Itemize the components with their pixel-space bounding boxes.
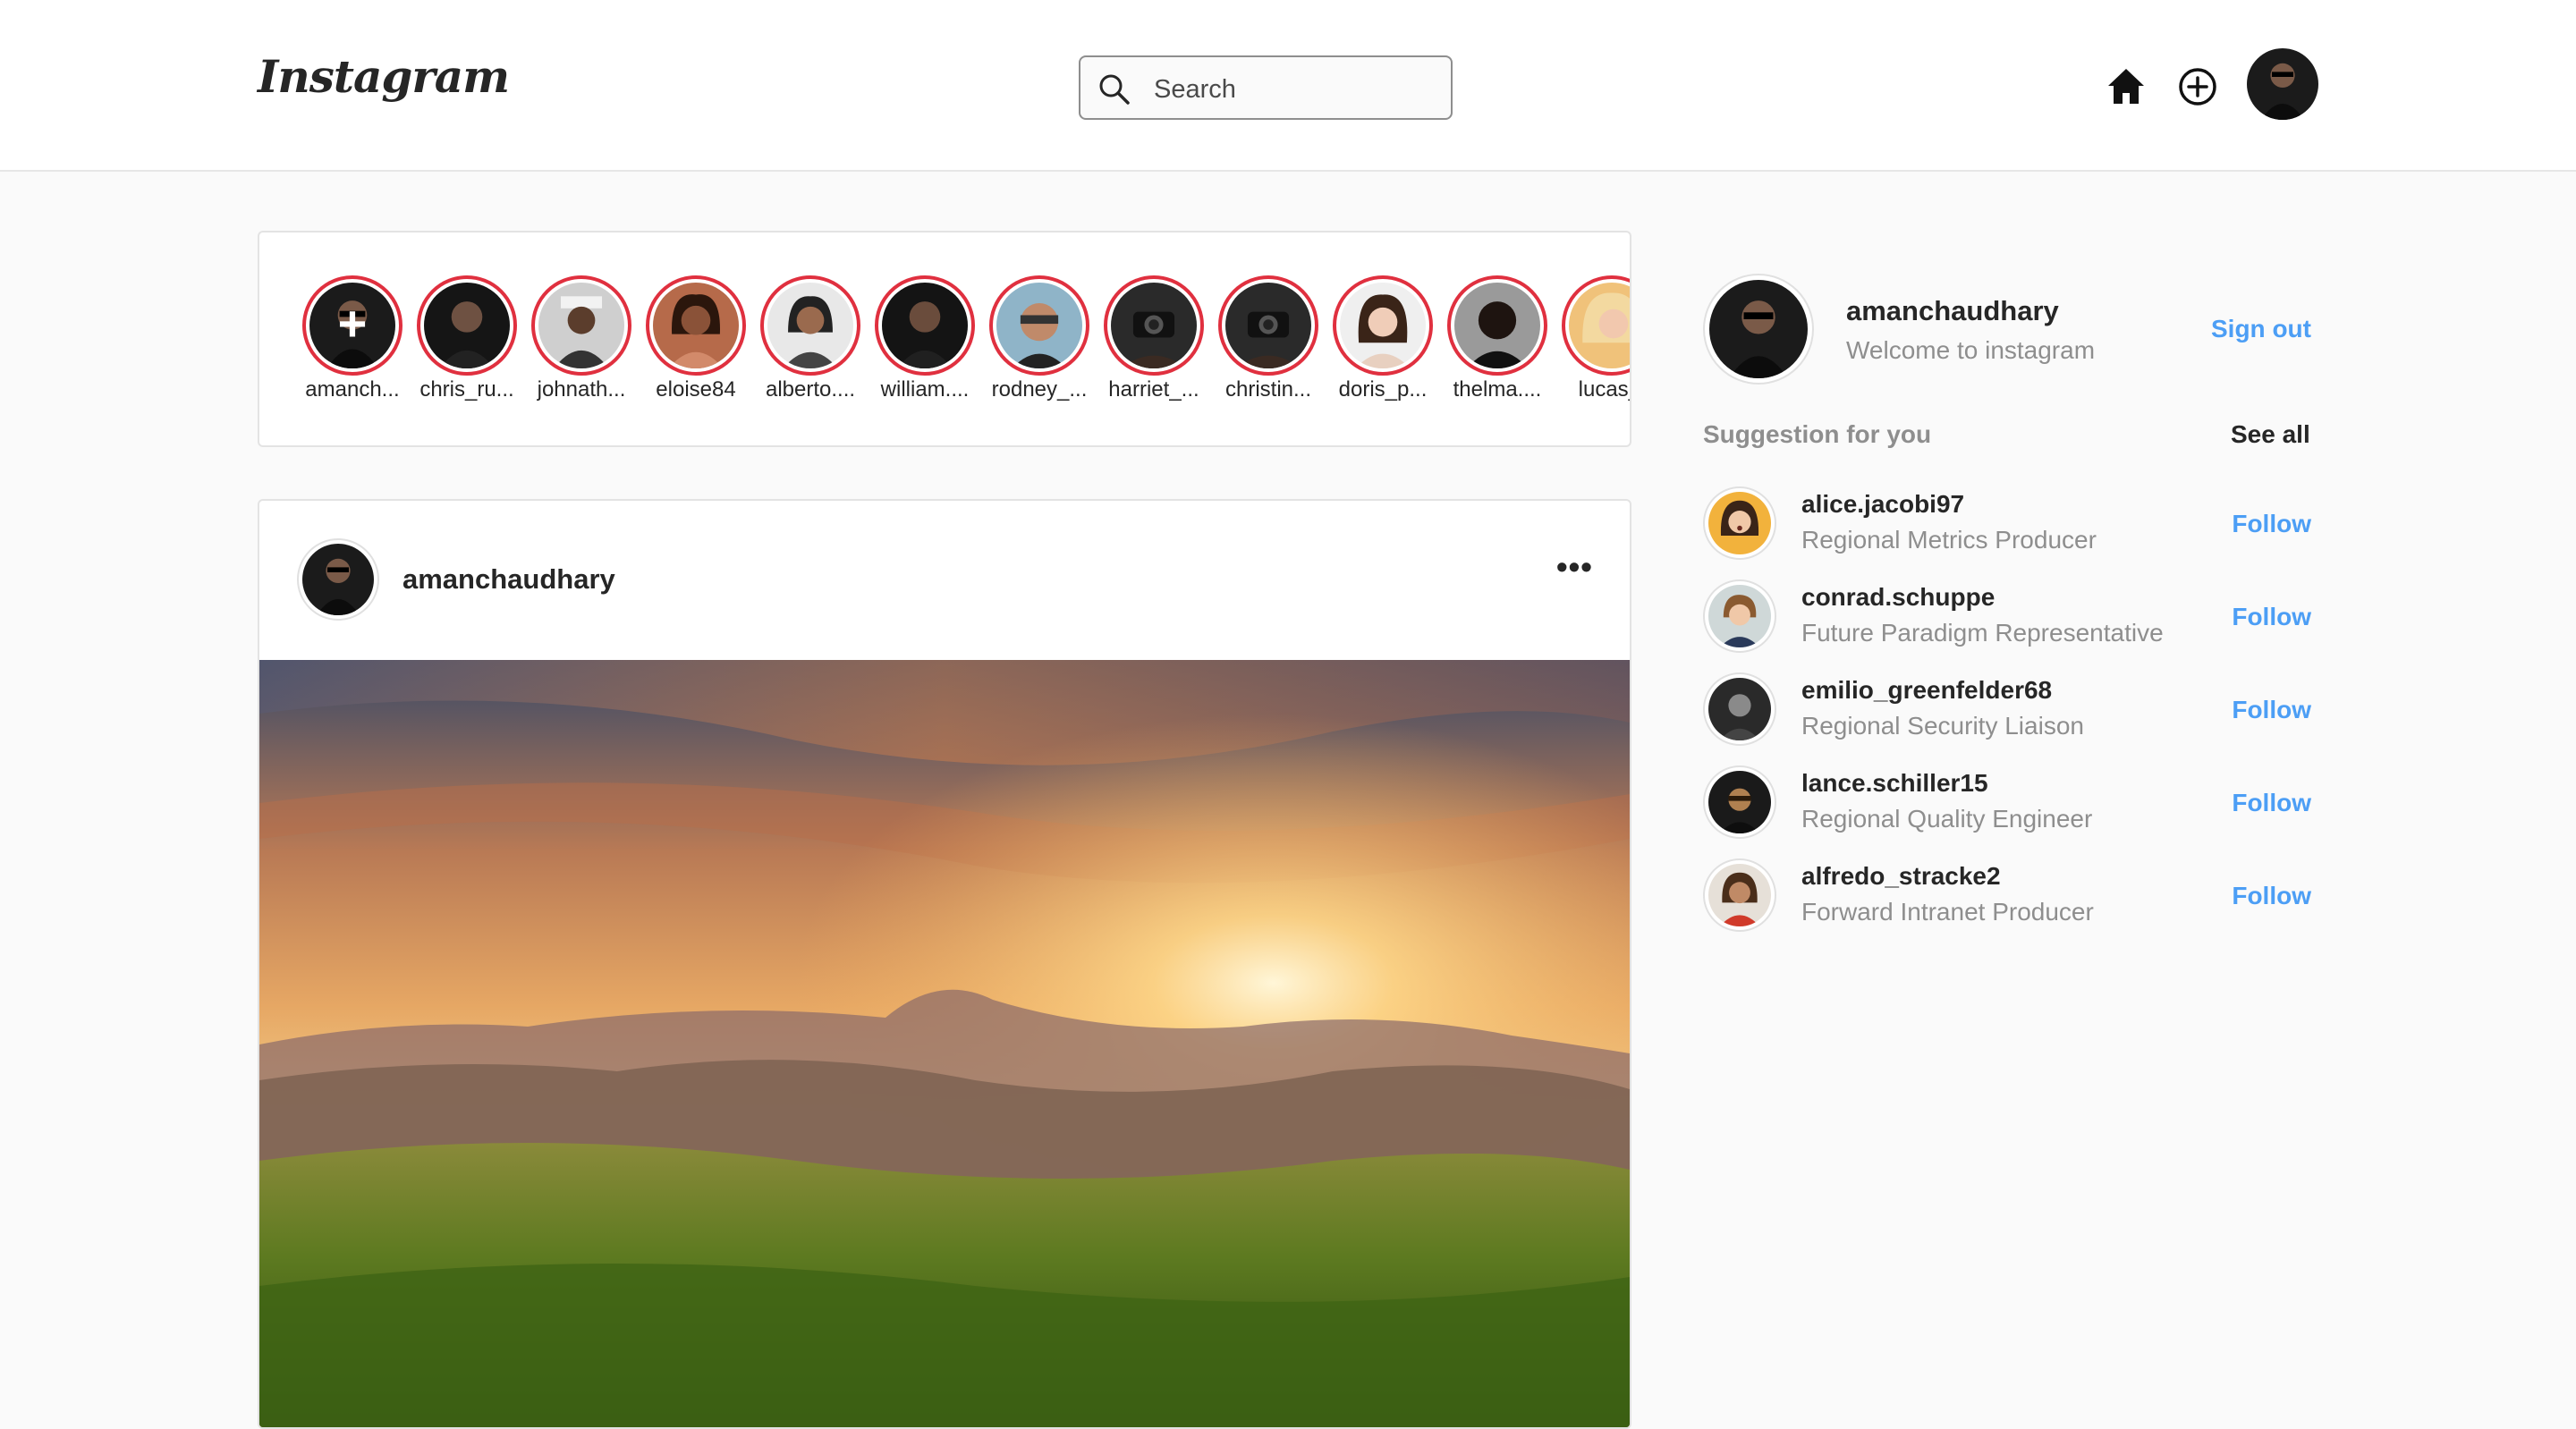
post-author-username[interactable]: amanchaudhary <box>402 563 615 596</box>
story-avatar <box>767 283 853 368</box>
suggestion-username[interactable]: emilio_greenfelder68 <box>1801 676 2052 705</box>
instagram-logo[interactable]: Instagram <box>258 50 510 103</box>
suggestion-role: Future Paradigm Representative <box>1801 619 2164 647</box>
story-username: chris_ru... <box>419 377 514 402</box>
story-username: alberto.... <box>765 377 856 402</box>
profile-avatar[interactable] <box>2247 48 2318 120</box>
more-options-icon[interactable]: ••• <box>1556 551 1593 583</box>
story-avatar <box>1111 283 1197 368</box>
search-input[interactable] <box>1152 68 1442 111</box>
feed-post: amanchaudhary ••• <box>258 499 1631 1429</box>
suggestion-item: conrad.schuppe Future Paradigm Represent… <box>1703 579 2311 660</box>
suggestion-username[interactable]: lance.schiller15 <box>1801 769 1988 798</box>
top-navbar: Instagram <box>0 0 2576 172</box>
home-icon[interactable] <box>2106 66 2147 107</box>
story-avatar <box>1454 283 1540 368</box>
story-username: doris_p... <box>1338 377 1428 402</box>
story-item[interactable]: chris_ru... <box>413 275 521 402</box>
story-item[interactable]: eloise84 <box>642 275 750 402</box>
current-user-username[interactable]: amanchaudhary <box>1846 295 2059 327</box>
suggestion-username[interactable]: alfredo_stracke2 <box>1801 862 2001 891</box>
story-item[interactable]: rodney_... <box>986 275 1093 402</box>
story-avatar <box>996 283 1082 368</box>
follow-button[interactable]: Follow <box>2232 882 2311 910</box>
search-icon <box>1099 74 1130 105</box>
story-username: rodney_... <box>991 377 1088 402</box>
story-username: thelma.... <box>1453 377 1542 402</box>
suggestion-username[interactable]: alice.jacobi97 <box>1801 490 1964 519</box>
follow-button[interactable]: Follow <box>2232 603 2311 631</box>
follow-button[interactable]: Follow <box>2232 510 2311 538</box>
suggestions-title: Suggestion for you <box>1703 420 1932 448</box>
story-username: lucas_l <box>1578 377 1630 402</box>
suggestion-role: Regional Metrics Producer <box>1801 526 2097 554</box>
story-username: johnath... <box>537 377 626 402</box>
story-item[interactable]: johnath... <box>528 275 635 402</box>
story-item[interactable]: + amanch... <box>299 275 406 402</box>
story-username: harriet_... <box>1108 377 1199 402</box>
search-box[interactable] <box>1079 55 1453 120</box>
suggestion-avatar[interactable] <box>1703 858 1776 932</box>
suggestion-avatar[interactable] <box>1703 672 1776 746</box>
follow-button[interactable]: Follow <box>2232 789 2311 817</box>
suggestion-role: Regional Security Liaison <box>1801 712 2084 740</box>
see-all-button[interactable]: See all <box>2231 420 2310 449</box>
suggestion-item: alice.jacobi97 Regional Metrics Producer… <box>1703 486 2311 567</box>
story-avatar <box>538 283 624 368</box>
story-avatar <box>1225 283 1311 368</box>
story-username: william.... <box>880 377 970 402</box>
suggestion-item: lance.schiller15 Regional Quality Engine… <box>1703 765 2311 846</box>
follow-button[interactable]: Follow <box>2232 696 2311 724</box>
suggestion-role: Forward Intranet Producer <box>1801 898 2094 926</box>
add-post-icon[interactable] <box>2177 66 2218 107</box>
welcome-text: Welcome to instagram <box>1846 336 2096 364</box>
story-avatar <box>424 283 510 368</box>
suggestion-username[interactable]: conrad.schuppe <box>1801 583 1995 612</box>
story-avatar <box>1569 283 1630 368</box>
suggestion-avatar[interactable] <box>1703 486 1776 560</box>
current-user-avatar[interactable] <box>1703 274 1814 385</box>
story-username: amanch... <box>305 377 400 402</box>
story-avatar <box>653 283 739 368</box>
story-item[interactable]: alberto.... <box>757 275 864 402</box>
story-username: eloise84 <box>656 377 736 402</box>
post-author-avatar[interactable] <box>297 538 379 621</box>
stories-bar: + amanch... chris_ru... johnath... elois… <box>258 231 1631 447</box>
story-item[interactable]: thelma.... <box>1444 275 1551 402</box>
suggestion-role: Regional Quality Engineer <box>1801 805 2093 833</box>
suggestion-item: emilio_greenfelder68 Regional Security L… <box>1703 672 2311 753</box>
suggestion-item: alfredo_stracke2 Forward Intranet Produc… <box>1703 858 2311 939</box>
story-item[interactable]: lucas_l <box>1558 275 1630 402</box>
story-username: christin... <box>1224 377 1312 402</box>
story-item[interactable]: harriet_... <box>1100 275 1208 402</box>
story-item[interactable]: william.... <box>871 275 979 402</box>
story-avatar <box>1340 283 1426 368</box>
add-story-icon[interactable]: + <box>299 295 406 352</box>
suggestion-avatar[interactable] <box>1703 765 1776 839</box>
story-item[interactable]: doris_p... <box>1329 275 1436 402</box>
suggestion-avatar[interactable] <box>1703 579 1776 653</box>
sign-out-button[interactable]: Sign out <box>2211 315 2311 343</box>
post-image[interactable] <box>259 660 1630 1429</box>
story-avatar <box>882 283 968 368</box>
story-item[interactable]: christin... <box>1215 275 1322 402</box>
